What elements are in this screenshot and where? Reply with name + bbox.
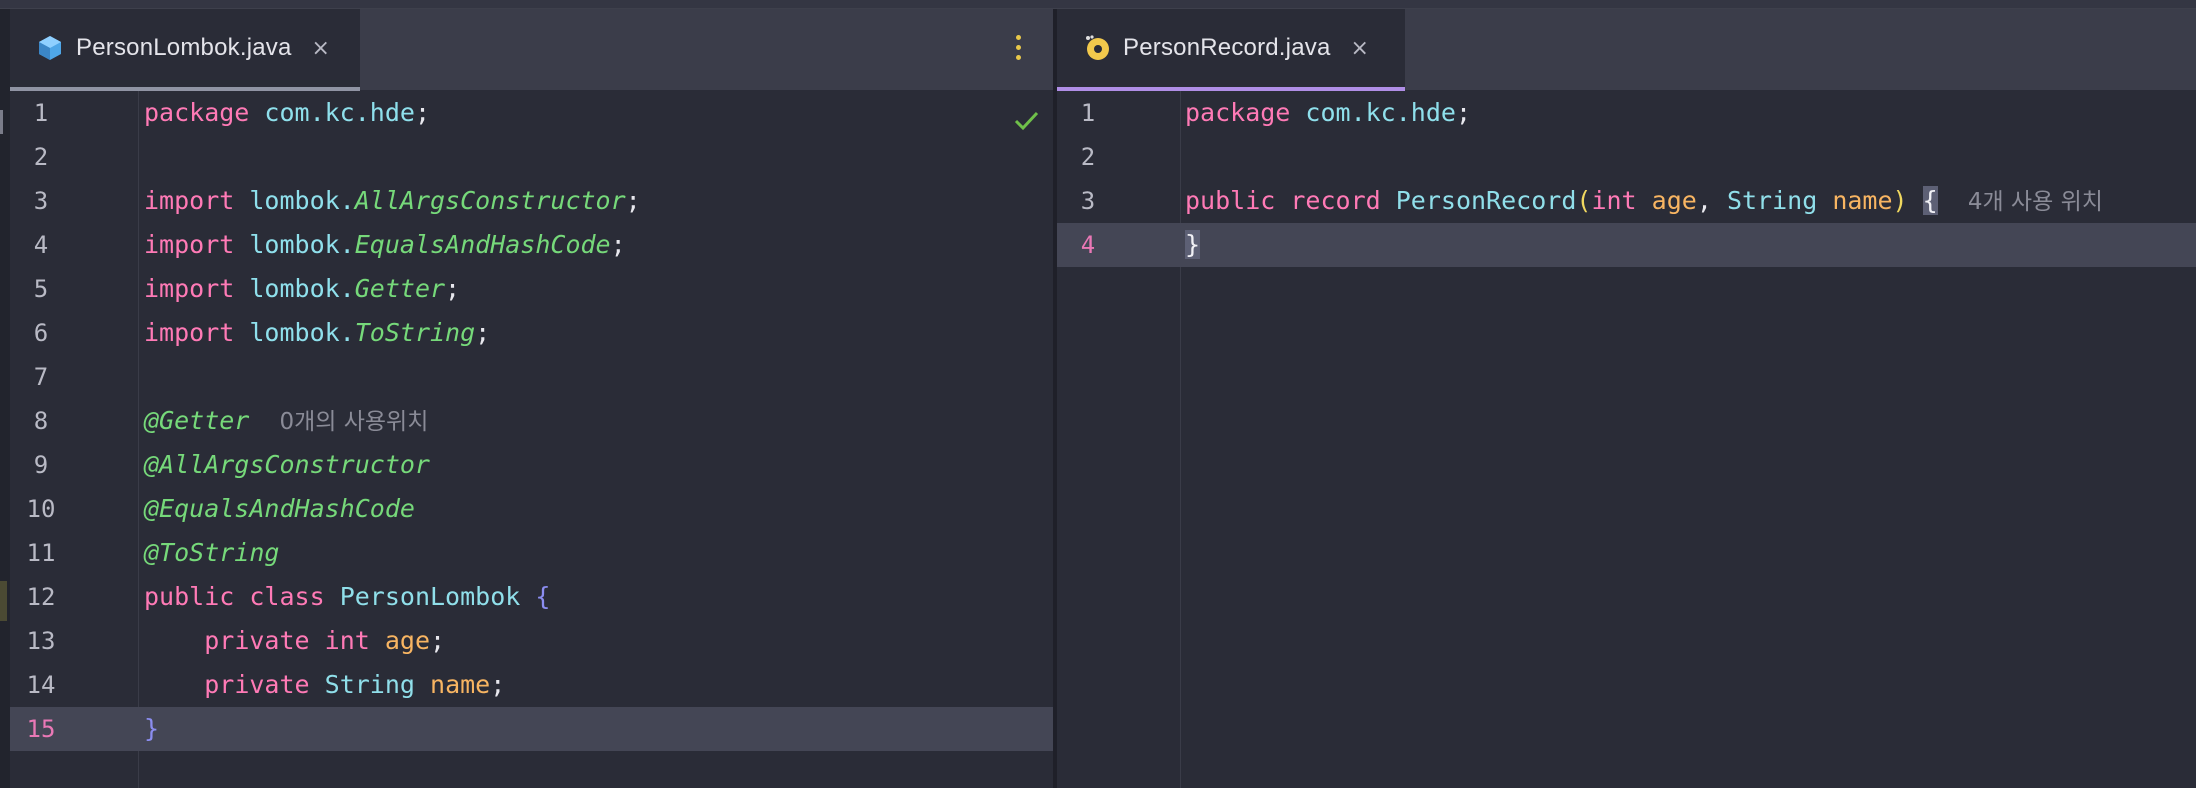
line-number: 7 — [33, 363, 49, 391]
code-text: } — [144, 714, 160, 743]
line-number: 2 — [1080, 143, 1096, 171]
current-code-line: 4 } — [1057, 223, 2196, 267]
java-record-icon — [1086, 35, 1109, 60]
line-number: 5 — [33, 275, 49, 303]
code-text: @ToString — [144, 538, 280, 567]
left-tool-strip — [0, 9, 10, 788]
line-number: 3 — [33, 187, 49, 215]
tab-person-record[interactable]: PersonRecord.java × — [1057, 9, 1405, 91]
code-line: 4 import lombok.EqualsAndHashCode; — [10, 223, 1053, 267]
code-line: 13 private int age; — [10, 619, 1053, 663]
inlay-hint: 4개 사용 위치 — [1967, 189, 2103, 215]
line-number: 12 — [26, 583, 56, 611]
line-number: 10 — [26, 495, 56, 523]
code-text: public class PersonLombok { — [144, 582, 551, 611]
code-text: package com.kc.hde; — [1185, 98, 1471, 127]
code-line: 11 @ToString — [10, 531, 1053, 575]
line-number: 8 — [33, 407, 49, 435]
code-text: public record PersonRecord(int age, Stri… — [1185, 186, 2103, 215]
code-line: 1 package com.kc.hde; — [10, 91, 1053, 135]
code-text: private String name; — [204, 670, 506, 699]
code-line: 10 @EqualsAndHashCode — [10, 487, 1053, 531]
line-number: 9 — [33, 451, 49, 479]
code-text: @Getter 0개의 사용위치 — [144, 406, 429, 435]
code-text: } — [1185, 230, 1201, 259]
editor-pane-right[interactable]: PersonRecord.java × 1 package com.kc.hde… — [1057, 9, 2196, 788]
line-number: 6 — [33, 319, 49, 347]
line-number: 15 — [26, 715, 56, 743]
code-line: 2 — [10, 135, 1053, 179]
code-line: 12 public class PersonLombok { — [10, 575, 1053, 619]
code-line: 7 — [10, 355, 1053, 399]
code-text: @EqualsAndHashCode — [144, 494, 415, 523]
code-text: import lombok.EqualsAndHashCode; — [144, 230, 626, 259]
code-text: import lombok.AllArgsConstructor; — [144, 186, 641, 215]
line-number: 1 — [33, 99, 49, 127]
line-number: 11 — [26, 539, 56, 567]
gutter-indicator — [0, 110, 3, 134]
line-number: 4 — [33, 231, 49, 259]
tab-person-lombok[interactable]: PersonLombok.java × — [10, 9, 360, 91]
line-number: 13 — [26, 627, 56, 655]
inlay-hint: 0개의 사용위치 — [279, 409, 429, 435]
title-strip — [0, 0, 2196, 9]
code-text: import lombok.Getter; — [144, 274, 461, 303]
code-text: package com.kc.hde; — [144, 98, 430, 127]
code-line: 5 import lombok.Getter; — [10, 267, 1053, 311]
tab-bar-left: PersonLombok.java × — [10, 9, 1053, 91]
tab-label: PersonRecord.java — [1123, 34, 1331, 61]
line-number: 1 — [1080, 99, 1096, 127]
code-line: 8 @Getter 0개의 사용위치 — [10, 399, 1053, 443]
line-number: 4 — [1080, 231, 1096, 259]
close-tab-button[interactable]: × — [312, 36, 330, 61]
code-text: @AllArgsConstructor — [144, 450, 430, 479]
current-code-line: 15 } — [10, 707, 1053, 751]
tab-label: PersonLombok.java — [76, 34, 292, 61]
change-marker — [0, 581, 7, 621]
vertical-ellipsis-icon[interactable] — [1015, 35, 1023, 63]
line-number: 14 — [26, 671, 56, 699]
code-editor-right[interactable]: 1 package com.kc.hde; 2 3 public record … — [1057, 91, 2196, 788]
line-number: 3 — [1080, 187, 1096, 215]
code-line: 6 import lombok.ToString; — [10, 311, 1053, 355]
code-line: 3 import lombok.AllArgsConstructor; — [10, 179, 1053, 223]
code-line: 1 package com.kc.hde; — [1057, 91, 2196, 135]
code-text: private int age; — [204, 626, 446, 655]
java-class-icon — [39, 36, 61, 60]
code-line: 3 public record PersonRecord(int age, St… — [1057, 179, 2196, 223]
editor-pane-left[interactable]: PersonLombok.java × 1 package com.kc.hde… — [10, 9, 1053, 788]
close-tab-button[interactable]: × — [1351, 36, 1369, 61]
code-line: 9 @AllArgsConstructor — [10, 443, 1053, 487]
code-editor-left[interactable]: 1 package com.kc.hde; 2 3 import lombok.… — [10, 91, 1053, 788]
tab-bar-right: PersonRecord.java × — [1057, 9, 2196, 91]
code-text: import lombok.ToString; — [144, 318, 491, 347]
code-line: 14 private String name; — [10, 663, 1053, 707]
code-line: 2 — [1057, 135, 2196, 179]
line-number: 2 — [33, 143, 49, 171]
